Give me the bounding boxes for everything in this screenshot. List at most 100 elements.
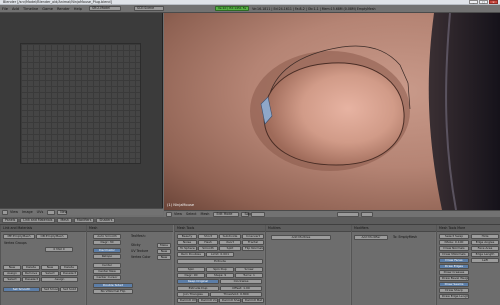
3d-viewport[interactable]: (1) NinjaMouse [164, 13, 500, 210]
uv-new-image-button[interactable]: New [57, 209, 68, 215]
draw-mode-selector[interactable]: Solid [241, 211, 252, 217]
material-assign-button[interactable]: Assign [41, 277, 78, 282]
edge-length-toggle[interactable]: Edge Length [471, 252, 499, 257]
uv-menu-image[interactable]: Image [22, 210, 33, 214]
beauty-toggle[interactable]: Beauty [177, 234, 197, 239]
auto-smooth-toggle[interactable]: Auto Smooth [93, 234, 121, 239]
nsize-field[interactable]: NSize: 0.100 [439, 240, 469, 245]
minimize-button[interactable]: _ [469, 0, 478, 4]
retopo-toggle[interactable]: Retopo [93, 254, 121, 259]
material-new-button[interactable]: New [41, 265, 59, 270]
draw-seams-toggle[interactable]: Draw Seams [439, 282, 469, 287]
screw-turns-field[interactable]: Turns: 1 [235, 273, 263, 278]
xsort-button[interactable]: Xsort [219, 240, 241, 245]
split-button[interactable]: Split [219, 246, 241, 251]
tab-panels[interactable]: Panels [2, 218, 19, 223]
tab-link-materials[interactable]: Link and Materials [20, 218, 56, 223]
add-modifier-button[interactable]: Add Modifier [354, 235, 388, 240]
spin-steps-field[interactable]: Steps: 9 [206, 273, 234, 278]
uv-texture-new-button[interactable]: New [157, 249, 171, 254]
no-vnormal-flip-toggle[interactable]: No V.Normal Flip [93, 289, 133, 294]
uv-pin-button[interactable] [47, 209, 56, 215]
noise-button[interactable]: Noise [177, 240, 197, 245]
vgroup-deselect-button[interactable]: Deselect [22, 277, 40, 282]
screw-button[interactable]: Screw [235, 267, 263, 272]
layer-buttons[interactable] [337, 211, 360, 217]
select-swap-button[interactable]: Select Swap [439, 234, 469, 239]
pivot-selector[interactable] [251, 211, 266, 217]
snap-button[interactable] [361, 211, 374, 217]
menu-timeline[interactable]: Timeline [23, 7, 38, 11]
vgroup-delete-button[interactable]: Delete [22, 265, 40, 270]
draw-edges-toggle[interactable]: Draw Edges [439, 264, 469, 269]
draw-edge-length-toggle[interactable]: Draw Edge Length [439, 294, 469, 299]
menu-render[interactable]: Render [57, 7, 70, 11]
face-area-toggle[interactable]: Face Area [471, 246, 499, 251]
uv-image-editor[interactable] [0, 13, 163, 213]
flip-normals-button[interactable]: Flip Normals [242, 246, 264, 251]
vp-menu-mesh[interactable]: Mesh [201, 212, 210, 216]
tab-shaders[interactable]: Shaders [96, 218, 116, 223]
spin-button[interactable]: Spin [177, 267, 205, 272]
material-deselect-button[interactable]: Deselect [60, 271, 78, 276]
vgroup-assign-button[interactable]: Assign [3, 271, 21, 276]
sticky-make-button[interactable]: Make [157, 243, 171, 248]
viewport-editor-type-icon[interactable] [166, 211, 172, 217]
fractal-button[interactable]: Fractal [242, 240, 264, 245]
hide-button[interactable]: Hide [471, 234, 499, 239]
mesh-datablock-field[interactable]: ME:EmptyMesh [3, 234, 35, 239]
mode-selector[interactable]: Edit Mode [213, 211, 240, 217]
short-toggle[interactable]: Short [198, 234, 218, 239]
object-datablock-field[interactable]: OB:EmptyMesh [36, 234, 68, 239]
draw-vnormals-toggle[interactable]: Draw VNormals [439, 252, 469, 257]
delimit-vcol-toggle[interactable]: Delimit Vcol [198, 298, 218, 303]
draw-sharp-toggle[interactable]: Draw Sharp [439, 288, 469, 293]
double-sided-toggle[interactable]: Double Sided [93, 283, 133, 288]
close-button[interactable]: × [489, 0, 498, 4]
center-new-button[interactable]: Center New [93, 269, 121, 274]
keep-original-toggle[interactable]: Keep Original [177, 279, 219, 284]
material-select-button[interactable]: Select [41, 271, 59, 276]
vp-menu-select[interactable]: Select [186, 212, 196, 216]
delimit-sharp-toggle[interactable]: Delimit Sharp [219, 298, 241, 303]
extrude-dup-button[interactable]: Extrude Dup [177, 286, 219, 291]
scene-selector[interactable]: SCE:Scene [133, 6, 164, 11]
screen-selector[interactable]: SR:2-Model [88, 6, 121, 11]
delimit-uvs-toggle[interactable]: Delimit UVs [177, 298, 197, 303]
hash-button[interactable]: Hash [198, 240, 218, 245]
vp-menu-view[interactable]: View [174, 212, 182, 216]
set-smooth-button-2[interactable]: Set Smooth [41, 287, 59, 292]
spin-degr-field[interactable]: Degr: 90 [177, 273, 205, 278]
center-cursor-button[interactable]: Center Cursor [93, 275, 121, 280]
draw-normals-toggle[interactable]: Draw Normals [439, 246, 469, 251]
join-triangles-button[interactable]: Join Triangles [177, 292, 209, 297]
threshold-field[interactable]: Threshold: 0.800 [210, 292, 262, 297]
draw-faces-toggle[interactable]: Draw Faces [439, 258, 469, 263]
add-multires-button[interactable]: Add Multires [271, 235, 331, 240]
innervert-button[interactable]: Innervert [242, 234, 264, 239]
menu-file[interactable]: File [2, 7, 8, 11]
draw-bevel-weights-toggle[interactable]: Draw Bevel Weights [439, 276, 469, 281]
tab-modifiers[interactable]: Modifiers [73, 218, 95, 223]
material-delete-button[interactable]: Delete [60, 265, 78, 270]
vgroup-select-button[interactable]: Select [3, 277, 21, 282]
uv-grid[interactable] [20, 43, 141, 164]
vgroup-remove-button[interactable]: Remove [22, 271, 40, 276]
offset-field[interactable]: Offset: 1.00 [220, 286, 262, 291]
center-button[interactable]: Center [93, 263, 121, 268]
vertex-color-new-button[interactable]: New [157, 255, 171, 260]
edge-angles-toggle[interactable]: Edge Angles [471, 240, 499, 245]
extrude-button[interactable]: Extrude [177, 259, 263, 264]
smooth-button[interactable]: Smooth [198, 246, 218, 251]
editor-type-icon[interactable] [2, 209, 8, 215]
spin-dup-button[interactable]: Spin Dup [206, 267, 234, 272]
tab-mesh[interactable]: Mesh [57, 218, 72, 223]
draw-creases-toggle[interactable]: Draw Creases [439, 270, 469, 275]
delimit-mat-toggle[interactable]: Delimit Mat [242, 298, 264, 303]
menu-help[interactable]: Help [74, 7, 82, 11]
limit-field[interactable]: Limit: 0.001 [206, 252, 234, 257]
menu-game[interactable]: Game [42, 7, 53, 11]
decimator-toggle[interactable]: Decimator [93, 248, 121, 253]
set-smooth-button[interactable]: Set Smooth [3, 287, 40, 292]
to-sphere-button[interactable]: To Sphere [177, 246, 197, 251]
